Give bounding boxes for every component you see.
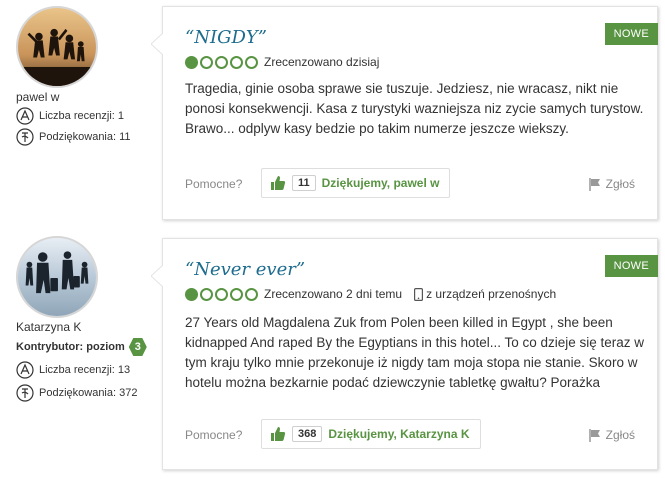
thank-button-label: Dziękujemy, Katarzyna K: [328, 427, 470, 441]
review-text: 27 Years old Magdalena Zuk from Polen be…: [185, 315, 645, 390]
thank-button-label: Dziękujemy, pawel w: [321, 176, 440, 190]
rating-row: Zrecenzowano dzisiaj: [185, 55, 379, 69]
review-count: Liczba recenzji: 1: [16, 107, 124, 125]
review-card: “NIGDY” NOWE Zrecenzowano dzisiaj Traged…: [151, 6, 658, 220]
thumbs-up-icon: [271, 427, 286, 441]
review-count-icon: [16, 361, 34, 379]
avatar-image: [18, 238, 96, 316]
rating-bubble-empty: [200, 55, 213, 69]
thank-button[interactable]: 11 Dziękujemy, pawel w: [261, 168, 451, 198]
user-avatar[interactable]: [16, 236, 98, 318]
user-avatar[interactable]: [16, 6, 98, 88]
mobile-source-label: z urządzeń przenośnych: [426, 287, 557, 301]
rating-bubble-empty: [215, 287, 228, 301]
card-pointer: [151, 33, 163, 55]
review-title[interactable]: “Never ever”: [185, 259, 305, 280]
review-date: Zrecenzowano 2 dni temu: [264, 287, 403, 301]
bubble-rating: [185, 55, 258, 69]
thanks-count-label: Podziękowania: 11: [39, 131, 131, 143]
thanks-counter: 11: [292, 175, 316, 191]
thanks-count-icon: [16, 128, 34, 146]
thanks-count-icon: [16, 384, 34, 402]
report-link[interactable]: Zgłoś: [588, 428, 635, 442]
report-label: Zgłoś: [605, 428, 635, 442]
thank-button[interactable]: 368 Dziękujemy, Katarzyna K: [261, 419, 481, 449]
rating-bubble-empty: [230, 287, 243, 301]
thanks-counter: 368: [292, 426, 323, 442]
rating-row: Zrecenzowano 2 dni temu z urządzeń przen…: [185, 287, 556, 301]
rating-bubble-empty: [245, 55, 258, 69]
rating-bubble-empty: [230, 55, 243, 69]
mobile-source: z urządzeń przenośnych: [414, 287, 556, 301]
rating-bubble-empty: [200, 287, 213, 301]
review-count-icon: [16, 107, 34, 125]
avatar-image: [18, 8, 96, 86]
review-text: Tragedia, ginie osoba sprawe sie tuszuje…: [185, 81, 644, 136]
flag-icon: [588, 428, 600, 442]
helpful-label: Pomocne?: [185, 177, 243, 191]
new-badge: NOWE: [604, 255, 658, 277]
bubble-rating: [185, 287, 258, 301]
thanks-count-label: Podziękowania: 372: [39, 387, 138, 399]
username[interactable]: pawel w: [16, 90, 59, 104]
thanks-count: Podziękowania: 372: [16, 384, 137, 402]
contributor-level: Kontrybutor: poziom 3: [16, 338, 147, 356]
review-count-label: Liczba recenzji: 13: [39, 364, 131, 376]
rating-bubble-empty: [215, 55, 228, 69]
contributor-level-label: Kontrybutor: poziom: [16, 341, 125, 353]
mobile-phone-icon: [414, 287, 424, 301]
review-count: Liczba recenzji: 13: [16, 361, 130, 379]
level-badge: 3: [128, 338, 147, 356]
flag-icon: [588, 177, 600, 191]
review-2: Katarzyna K Kontrybutor: poziom 3 Liczba…: [0, 230, 665, 481]
rating-bubble-filled: [185, 55, 198, 69]
thanks-count: Podziękowania: 11: [16, 128, 131, 146]
review-title[interactable]: “NIGDY”: [185, 27, 267, 48]
rating-bubble-filled: [185, 287, 198, 301]
username[interactable]: Katarzyna K: [16, 320, 81, 334]
thumbs-up-icon: [271, 176, 286, 190]
report-link[interactable]: Zgłoś: [588, 177, 635, 191]
review-date: Zrecenzowano dzisiaj: [264, 55, 380, 69]
card-pointer: [151, 265, 163, 287]
review-count-label: Liczba recenzji: 1: [39, 110, 124, 122]
new-badge: NOWE: [604, 23, 658, 45]
review-1: pawel w Liczba recenzji: 1 Podziękowania…: [0, 0, 665, 230]
rating-bubble-empty: [245, 287, 258, 301]
helpful-label: Pomocne?: [185, 428, 243, 442]
review-card: “Never ever” NOWE Zrecenzowano 2 dni tem…: [151, 238, 658, 470]
report-label: Zgłoś: [605, 177, 635, 191]
